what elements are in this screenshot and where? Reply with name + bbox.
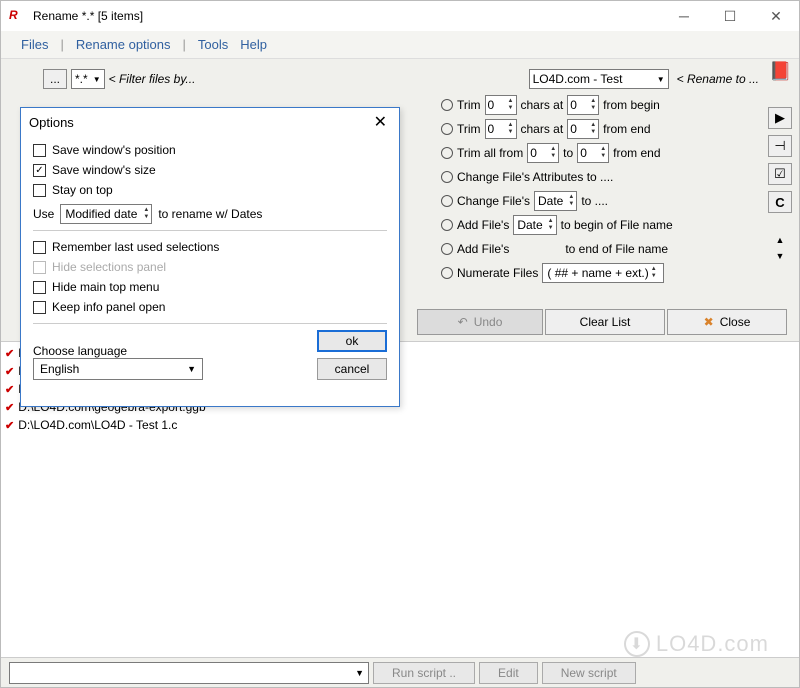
edit-script-button[interactable]: Edit: [479, 662, 538, 684]
undo-button[interactable]: ↶ Undo: [417, 309, 543, 335]
pin-button[interactable]: ⊣: [768, 135, 792, 157]
script-combo[interactable]: ▼: [9, 662, 369, 684]
minimize-button[interactable]: ─: [661, 1, 707, 31]
filter-hint: < Filter files by...: [109, 72, 196, 86]
new-script-button[interactable]: New script: [542, 662, 636, 684]
opt-change-attr[interactable]: Change File's Attributes to ....: [441, 165, 673, 189]
checkbox-save-size[interactable]: ✓: [33, 164, 46, 177]
chevron-down-icon: ▼: [355, 668, 364, 678]
opt-add-begin[interactable]: Add File's Date▲▼ to begin of File name: [441, 213, 673, 237]
opt-trim-end[interactable]: Trim ▲▼ chars at ▲▼ from end: [441, 117, 673, 141]
close-icon: ✖: [704, 315, 714, 329]
dialog-title: Options: [29, 115, 74, 130]
choose-language-label: Choose language: [33, 344, 307, 358]
rename-to-dropdown[interactable]: LO4D.com - Test ▼: [529, 69, 669, 89]
check-icon: ✔: [5, 365, 14, 378]
main-window: R Rename *.* [5 items] ─ ☐ ✕ Files | Ren…: [0, 0, 800, 688]
maximize-button[interactable]: ☐: [707, 1, 753, 31]
help-book-icon[interactable]: 📕: [769, 61, 791, 83]
radio-icon: [441, 195, 453, 207]
chevron-down-icon: ▼: [187, 364, 196, 374]
checkbox-keep-info-panel[interactable]: [33, 301, 46, 314]
trim-begin-count[interactable]: ▲▼: [485, 95, 517, 115]
checkbox-stay-on-top[interactable]: [33, 184, 46, 197]
dialog-close-button[interactable]: ✕: [370, 112, 391, 132]
menu-tools[interactable]: Tools: [198, 37, 228, 52]
language-dropdown[interactable]: English ▼: [33, 358, 203, 380]
chevron-down-icon: ▼: [93, 75, 101, 84]
trim-begin-at[interactable]: ▲▼: [567, 95, 599, 115]
add-begin-field[interactable]: Date▲▼: [513, 215, 556, 235]
radio-icon: [441, 123, 453, 135]
check-button[interactable]: ☑: [768, 163, 792, 185]
trim-all-to[interactable]: ▲▼: [577, 143, 609, 163]
c-button[interactable]: C: [768, 191, 792, 213]
play-button[interactable]: ▶: [768, 107, 792, 129]
opt-trim-all[interactable]: Trim all from ▲▼ to ▲▼ from end: [441, 141, 673, 165]
opt-trim-begin[interactable]: Trim ▲▼ chars at ▲▼ from begin: [441, 93, 673, 117]
rename-to-hint: < Rename to ...: [677, 72, 759, 86]
clear-list-button[interactable]: Clear List: [545, 309, 665, 335]
watermark: ⬇ LO4D.com: [624, 631, 769, 657]
download-icon: ⬇: [624, 631, 650, 657]
check-icon: ✔: [5, 347, 14, 360]
filter-dropdown[interactable]: *.* ▼: [71, 69, 105, 89]
opt-add-end[interactable]: Add File's to end of File name: [441, 237, 673, 261]
close-button[interactable]: ✖Close: [667, 309, 787, 335]
menu-files[interactable]: Files: [21, 37, 48, 52]
opt-change-date[interactable]: Change File's Date▲▼ to ....: [441, 189, 673, 213]
separator: [33, 323, 387, 324]
radio-icon: [441, 219, 453, 231]
radio-icon: [441, 243, 453, 255]
separator: [33, 230, 387, 231]
cancel-button[interactable]: cancel: [317, 358, 387, 380]
menu-separator: |: [60, 37, 63, 52]
scroll-up-icon[interactable]: ▲: [776, 235, 785, 245]
ok-button[interactable]: ok: [317, 330, 387, 352]
chevron-down-icon: ▼: [657, 75, 665, 84]
trim-end-at[interactable]: ▲▼: [567, 119, 599, 139]
use-date-field[interactable]: Modified date▲▼: [60, 204, 152, 224]
checkbox-save-position[interactable]: [33, 144, 46, 157]
menubar: Files | Rename options | Tools Help: [1, 31, 799, 59]
check-icon: ✔: [5, 383, 14, 396]
menu-help[interactable]: Help: [240, 37, 267, 52]
window-title: Rename *.* [5 items]: [33, 9, 143, 23]
radio-icon: [441, 99, 453, 111]
close-window-button[interactable]: ✕: [753, 1, 799, 31]
bottom-bar: ▼ Run script .. Edit New script: [1, 657, 799, 687]
right-toolbar: 📕 ▶ ⊣ ☑ C ▲ ▼: [767, 61, 793, 261]
opt-numerate[interactable]: Numerate Files ( ## + name + ext.)▲▼: [441, 261, 673, 285]
titlebar: R Rename *.* [5 items] ─ ☐ ✕: [1, 1, 799, 31]
checkbox-hide-main-menu[interactable]: [33, 281, 46, 294]
radio-icon: [441, 267, 453, 279]
menu-rename-options[interactable]: Rename options: [76, 37, 171, 52]
options-dialog: Options ✕ Save window's position ✓Save w…: [20, 107, 400, 407]
checkbox-hide-selections: [33, 261, 46, 274]
browse-button[interactable]: ...: [43, 69, 67, 89]
radio-icon: [441, 171, 453, 183]
app-icon: R: [9, 8, 25, 24]
radio-icon: [441, 147, 453, 159]
check-icon: ✔: [5, 401, 14, 414]
dialog-titlebar: Options ✕: [21, 108, 399, 136]
check-icon: ✔: [5, 419, 14, 432]
change-date-field[interactable]: Date▲▼: [534, 191, 577, 211]
list-item[interactable]: ✔D:\LO4D.com\LO4D - Test 1.c: [5, 416, 795, 434]
trim-all-from[interactable]: ▲▼: [527, 143, 559, 163]
numerate-format[interactable]: ( ## + name + ext.)▲▼: [542, 263, 663, 283]
menu-separator: |: [183, 37, 186, 52]
rename-to-value: LO4D.com - Test: [533, 72, 623, 86]
run-script-button[interactable]: Run script ..: [373, 662, 475, 684]
filter-value: *.*: [75, 72, 88, 86]
checkbox-remember-selections[interactable]: [33, 241, 46, 254]
trim-end-count[interactable]: ▲▼: [485, 119, 517, 139]
scroll-down-icon[interactable]: ▼: [776, 251, 785, 261]
rename-options-column: Trim ▲▼ chars at ▲▼ from begin Trim ▲▼ c…: [441, 93, 673, 285]
